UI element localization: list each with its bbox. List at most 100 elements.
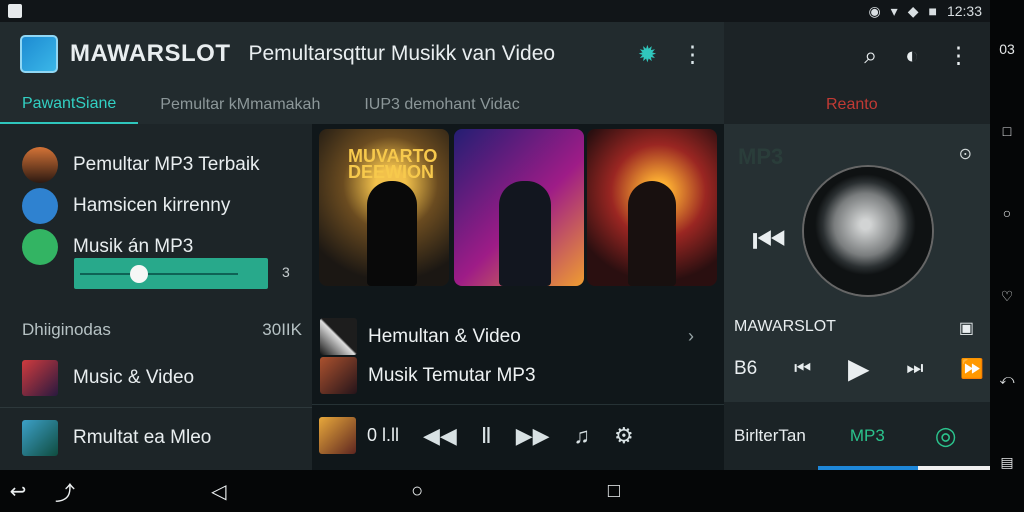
list-item-hemultan[interactable]: Hemultan & Video › [312, 317, 724, 356]
side-navigation-bar: 03 □ ○ ♡ ⤺ ▤ [990, 0, 1024, 512]
slider-track [80, 273, 238, 275]
overflow-menu-icon[interactable]: ⋮ [947, 42, 970, 69]
chevron-right-icon[interactable]: › [688, 326, 694, 347]
battery-icon: ■ [928, 3, 937, 19]
artist-thumbnail [320, 357, 357, 394]
tab-bar: PawantSiane Pemultar kMmamakah IUP3 demo… [0, 86, 724, 124]
search-icon[interactable]: ⌕ [864, 42, 877, 69]
fast-forward-icon[interactable]: ⏩ [960, 357, 984, 381]
wifi-icon: ▾ [890, 2, 898, 19]
app-actions: ✹ ⋮ [638, 41, 704, 68]
sidebar-item-hamsicen[interactable]: Hamsicen kirrenny [0, 185, 312, 226]
artist-figure [628, 181, 676, 286]
playlist-thumbnail [22, 420, 58, 456]
list-item-musik[interactable]: Musik Temutar MP3 [312, 356, 724, 395]
mini-player: 0 l.ll ◀◀ Ⅱ ▶▶ ♫ ⚙ [312, 404, 724, 466]
track-brand: MAWARSLOT [734, 318, 836, 335]
slider-value: 3 [282, 264, 290, 280]
back-icon[interactable]: ◁ [211, 479, 226, 504]
album-card[interactable] [454, 129, 584, 286]
avatar-icon [22, 146, 58, 183]
footer-mp3-label: MP3 [849, 426, 885, 445]
bottom-navigation-bar: ⤴ ↩ ◁ ○ □ [0, 470, 990, 512]
settings-icon[interactable]: ⚙ [614, 423, 634, 449]
sync-icon: ◉ [868, 2, 881, 19]
favorite-icon[interactable]: ♡ [1001, 288, 1014, 305]
list-item-label: Musik Temutar MP3 [368, 364, 536, 386]
volume-slider[interactable] [74, 258, 268, 289]
section-title: Dhiiginodas [22, 320, 111, 339]
track-position: B6 [734, 357, 758, 379]
cast-mini-icon[interactable]: ⊙ [959, 144, 972, 164]
sidebar-item-label: Pemultar MP3 Terbaik [73, 153, 260, 175]
recent-apps-icon[interactable]: □ [608, 480, 620, 503]
home-icon[interactable]: ○ [411, 480, 423, 503]
section-value: 30IIK [262, 320, 302, 339]
headphones-icon[interactable]: ◐ [905, 42, 919, 69]
playlist-thumbnail [22, 359, 58, 396]
next-icon[interactable]: ⏭ [906, 358, 923, 380]
status-bar: ◉ ▾ ◆ ■ 12:33 [0, 0, 990, 22]
slider-knob[interactable] [130, 265, 148, 283]
menu-box-icon[interactable]: ▤ [1000, 454, 1013, 471]
sidebar-item-mp3[interactable]: Pemultar MP3 Terbaik [0, 144, 312, 185]
storage-icon [22, 187, 58, 224]
now-playing-label: MP3 [738, 144, 784, 169]
artist-figure [499, 181, 551, 286]
list-item-label: Rmultat ea Mleo [73, 427, 212, 448]
vinyl-thumbnail [320, 318, 357, 355]
player-footer: BirlterTan MP3 ◎ [724, 402, 990, 470]
album-card[interactable] [587, 129, 717, 286]
right-tab-label[interactable]: Reanto [826, 96, 878, 114]
track-meta: MAWARSLOT ▣ [734, 318, 974, 338]
album-disc [804, 167, 932, 295]
now-playing-panel: MP3 ⊙ ⏮ MAWARSLOT ▣ B6 ⏮ ▶ ⏭ ⏩ BirlterTa… [724, 124, 990, 470]
sidebar-item-label: Musik án MP3 [73, 235, 194, 257]
return-icon[interactable]: ↩ [10, 479, 27, 504]
rewind-icon[interactable]: ◀◀ [423, 423, 457, 449]
time-icon: 03 [999, 41, 1015, 58]
app-bar: MAWARSLOT Pemultarsqttur Musikk van Vide… [0, 22, 724, 86]
sidebar-item-label: Hamsicen kirrenny [73, 194, 231, 216]
back-box-icon[interactable]: ⤺ [1000, 371, 1015, 388]
footer-label: BirlterTan [734, 426, 806, 445]
image-icon[interactable]: ▣ [959, 318, 974, 338]
right-toolbar: ⌕ ◐ ⋮ Reanto [724, 22, 990, 124]
more-icon[interactable]: ⋮ [681, 41, 704, 68]
track-thumbnail [319, 417, 356, 454]
app-indicator-icon [8, 4, 22, 18]
list-item-music-video[interactable]: Music & Video [0, 348, 312, 408]
list-item-label: Hemultan & Video [368, 325, 521, 347]
app-logo-icon [20, 35, 58, 73]
previous-icon[interactable]: ⏮ [794, 358, 811, 380]
track-time: 0 l.ll [367, 425, 400, 445]
full-player-controls: B6 ⏮ ▶ ⏭ ⏩ [734, 352, 984, 385]
list-item-rmultat[interactable]: Rmultat ea Mleo [0, 408, 312, 468]
list-item-label: Music & Video [73, 366, 195, 388]
tab-pemultar[interactable]: Pemultar kMmamakah [138, 86, 342, 124]
tab-mp3-video[interactable]: IUP3 demohant Vidac [342, 86, 541, 124]
sidebar: Pemultar MP3 Terbaik Hamsicen kirrenny M… [0, 124, 312, 470]
status-time: 12:33 [946, 3, 982, 19]
window-icon[interactable]: □ [1003, 123, 1011, 139]
app-brand: MAWARSLOT [70, 40, 231, 67]
pause-icon[interactable]: Ⅱ [481, 423, 492, 449]
status-icons: ◉ ▾ ◆ ■ 12:33 [868, 3, 982, 20]
play-icon[interactable]: ▶ [848, 352, 870, 385]
album-card[interactable]: MUVARTO DEEWION [319, 129, 449, 286]
main-content: MUVARTO DEEWION Hemultan & Video › Musik… [312, 124, 724, 470]
cast-icon[interactable]: ◎ [935, 421, 957, 451]
queue-icon[interactable]: ♫ [574, 423, 591, 449]
tab-pawantsiane[interactable]: PawantSiane [0, 86, 139, 124]
album-title: MUVARTO DEEWION [348, 146, 438, 182]
home-circle-icon[interactable]: ○ [1003, 205, 1011, 221]
previous-track-icon[interactable]: ⏮ [752, 220, 786, 263]
chat-icon[interactable]: ✹ [638, 41, 657, 68]
section-heading: Dhiiginodas 30IIK [22, 320, 302, 340]
music-badge-icon [22, 228, 58, 265]
app-subtitle: Pemultarsqttur Musikk van Video [248, 42, 556, 65]
artist-figure [367, 181, 417, 286]
rotate-icon[interactable]: ⤴ [55, 477, 75, 506]
signal-icon: ◆ [907, 2, 919, 19]
fast-forward-icon[interactable]: ▶▶ [516, 423, 550, 449]
